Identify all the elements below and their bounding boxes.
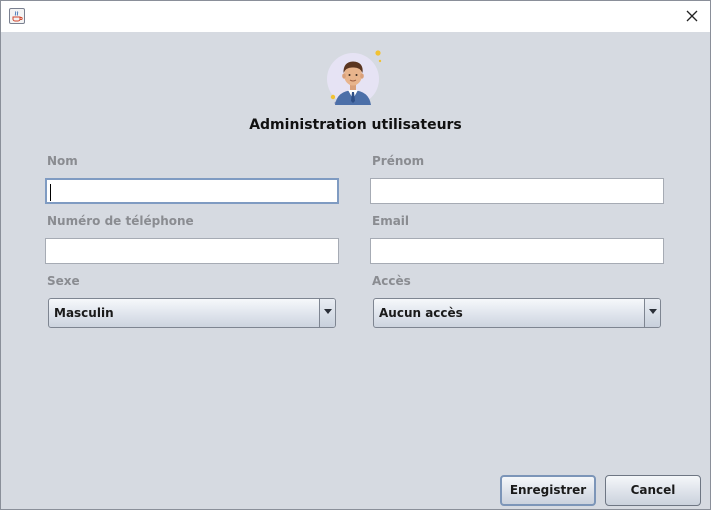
acces-label: Accès	[372, 274, 411, 288]
java-cup-icon	[9, 8, 25, 24]
nom-input[interactable]	[45, 178, 339, 204]
prenom-label: Prénom	[372, 154, 425, 168]
page-title: Administration utilisateurs	[249, 117, 462, 133]
chevron-down-icon	[323, 309, 332, 314]
sexe-label: Sexe	[47, 274, 80, 288]
close-icon	[686, 10, 698, 22]
text-caret	[50, 184, 51, 201]
acces-dropdown-button[interactable]	[644, 299, 660, 327]
chevron-down-icon	[648, 309, 657, 314]
nom-label: Nom	[47, 154, 78, 168]
telephone-label: Numéro de téléphone	[47, 214, 194, 228]
telephone-input[interactable]	[45, 238, 339, 264]
cancel-button[interactable]: Cancel	[605, 475, 701, 506]
sexe-selected-value: Masculin	[54, 306, 114, 320]
sexe-select[interactable]: Masculin	[48, 298, 336, 328]
sexe-dropdown-button[interactable]	[319, 299, 335, 327]
prenom-input[interactable]	[370, 178, 664, 204]
email-input[interactable]	[370, 238, 664, 264]
title-bar	[1, 1, 710, 32]
acces-select[interactable]: Aucun accès	[373, 298, 661, 328]
close-button[interactable]	[682, 6, 702, 26]
user-avatar-icon	[327, 50, 382, 105]
acces-selected-value: Aucun accès	[379, 306, 463, 320]
save-button[interactable]: Enregistrer	[500, 475, 596, 506]
user-admin-dialog: Administration utilisateurs Nom Prénom N…	[0, 0, 711, 510]
email-label: Email	[372, 214, 410, 228]
